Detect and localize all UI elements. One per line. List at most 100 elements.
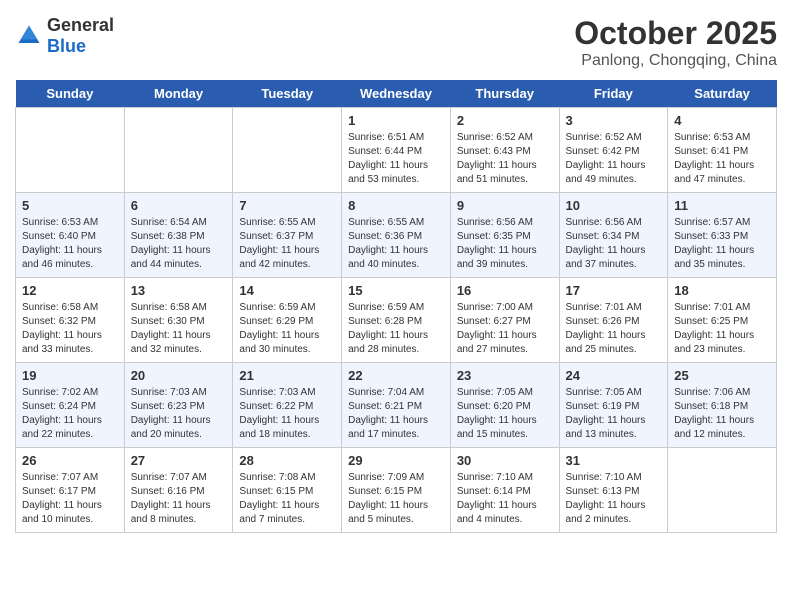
calendar-cell: 31 Sunrise: 7:10 AM Sunset: 6:13 PM Dayli… <box>559 448 668 533</box>
day-header-sunday: Sunday <box>16 80 125 108</box>
calendar-cell <box>16 108 125 193</box>
calendar-week-row: 12 Sunrise: 6:58 AM Sunset: 6:32 PM Dayli… <box>16 278 777 363</box>
calendar-cell: 18 Sunrise: 7:01 AM Sunset: 6:25 PM Dayli… <box>668 278 777 363</box>
logo: General Blue <box>15 15 114 57</box>
day-number: 23 <box>457 368 553 383</box>
calendar-cell: 11Sunrise: 6:57 AM Sunset: 6:33 PM Dayli… <box>668 193 777 278</box>
calendar-cell: 14Sunrise: 6:59 AM Sunset: 6:29 PM Dayli… <box>233 278 342 363</box>
calendar-cell: 8 Sunrise: 6:55 AM Sunset: 6:36 PM Daylig… <box>342 193 451 278</box>
cell-info: Sunrise: 6:58 AM Sunset: 6:30 PM Dayligh… <box>131 301 227 357</box>
day-number: 18 <box>674 283 770 298</box>
calendar-cell: 15 Sunrise: 6:59 AM Sunset: 6:28 PM Dayli… <box>342 278 451 363</box>
cell-info: Sunrise: 7:07 AM Sunset: 6:17 PM Dayligh… <box>22 471 118 527</box>
calendar-cell: 10Sunrise: 6:56 AM Sunset: 6:34 PM Dayli… <box>559 193 668 278</box>
cell-info: Sunrise: 6:59 AM Sunset: 6:29 PM Dayligh… <box>239 301 335 357</box>
day-header-thursday: Thursday <box>450 80 559 108</box>
cell-info: Sunrise: 7:01 AM Sunset: 6:26 PM Dayligh… <box>566 301 662 357</box>
calendar-cell <box>668 448 777 533</box>
calendar-cell: 16 Sunrise: 7:00 AM Sunset: 6:27 PM Dayli… <box>450 278 559 363</box>
calendar-cell: 20Sunrise: 7:03 AM Sunset: 6:23 PM Dayli… <box>124 363 233 448</box>
cell-info: Sunrise: 7:05 AM Sunset: 6:20 PM Dayligh… <box>457 386 553 442</box>
cell-info: Sunrise: 6:56 AM Sunset: 6:34 PM Dayligh… <box>566 216 662 272</box>
day-number: 12 <box>22 283 118 298</box>
logo-icon <box>15 22 43 50</box>
cell-info: Sunrise: 6:52 AM Sunset: 6:43 PM Dayligh… <box>457 131 553 187</box>
calendar-cell: 12 Sunrise: 6:58 AM Sunset: 6:32 PM Dayli… <box>16 278 125 363</box>
day-number: 29 <box>348 453 444 468</box>
calendar-cell <box>233 108 342 193</box>
calendar-cell: 6Sunrise: 6:54 AM Sunset: 6:38 PM Daylig… <box>124 193 233 278</box>
day-header-saturday: Saturday <box>668 80 777 108</box>
day-header-tuesday: Tuesday <box>233 80 342 108</box>
calendar-cell: 3Sunrise: 6:52 AM Sunset: 6:42 PM Daylig… <box>559 108 668 193</box>
day-number: 3 <box>566 113 662 128</box>
calendar-cell: 27 Sunrise: 7:07 AM Sunset: 6:16 PM Dayli… <box>124 448 233 533</box>
cell-info: Sunrise: 6:53 AM Sunset: 6:41 PM Dayligh… <box>674 131 770 187</box>
cell-info: Sunrise: 6:59 AM Sunset: 6:28 PM Dayligh… <box>348 301 444 357</box>
day-number: 2 <box>457 113 553 128</box>
day-number: 8 <box>348 198 444 213</box>
cell-info: Sunrise: 7:04 AM Sunset: 6:21 PM Dayligh… <box>348 386 444 442</box>
cell-info: Sunrise: 6:55 AM Sunset: 6:36 PM Dayligh… <box>348 216 444 272</box>
cell-info: Sunrise: 7:01 AM Sunset: 6:25 PM Dayligh… <box>674 301 770 357</box>
day-number: 6 <box>131 198 227 213</box>
day-number: 9 <box>457 198 553 213</box>
cell-info: Sunrise: 7:02 AM Sunset: 6:24 PM Dayligh… <box>22 386 118 442</box>
day-number: 5 <box>22 198 118 213</box>
cell-info: Sunrise: 7:10 AM Sunset: 6:14 PM Dayligh… <box>457 471 553 527</box>
calendar-cell: 22 Sunrise: 7:04 AM Sunset: 6:21 PM Dayli… <box>342 363 451 448</box>
day-header-friday: Friday <box>559 80 668 108</box>
logo-text-blue: Blue <box>47 36 86 56</box>
day-number: 24 <box>566 368 662 383</box>
day-number: 7 <box>239 198 335 213</box>
calendar-cell: 28 Sunrise: 7:08 AM Sunset: 6:15 PM Dayli… <box>233 448 342 533</box>
calendar-cell: 30Sunrise: 7:10 AM Sunset: 6:14 PM Dayli… <box>450 448 559 533</box>
day-number: 27 <box>131 453 227 468</box>
calendar-cell: 24 Sunrise: 7:05 AM Sunset: 6:19 PM Dayli… <box>559 363 668 448</box>
day-header-wednesday: Wednesday <box>342 80 451 108</box>
cell-info: Sunrise: 6:57 AM Sunset: 6:33 PM Dayligh… <box>674 216 770 272</box>
calendar-cell: 21 Sunrise: 7:03 AM Sunset: 6:22 PM Dayli… <box>233 363 342 448</box>
day-number: 13 <box>131 283 227 298</box>
cell-info: Sunrise: 7:10 AM Sunset: 6:13 PM Dayligh… <box>566 471 662 527</box>
cell-info: Sunrise: 7:09 AM Sunset: 6:15 PM Dayligh… <box>348 471 444 527</box>
calendar-cell: 19Sunrise: 7:02 AM Sunset: 6:24 PM Dayli… <box>16 363 125 448</box>
calendar-cell: 13 Sunrise: 6:58 AM Sunset: 6:30 PM Dayli… <box>124 278 233 363</box>
day-number: 26 <box>22 453 118 468</box>
day-number: 17 <box>566 283 662 298</box>
cell-info: Sunrise: 7:07 AM Sunset: 6:16 PM Dayligh… <box>131 471 227 527</box>
day-number: 28 <box>239 453 335 468</box>
calendar-cell: 29 Sunrise: 7:09 AM Sunset: 6:15 PM Dayli… <box>342 448 451 533</box>
calendar-cell: 7 Sunrise: 6:55 AM Sunset: 6:37 PM Daylig… <box>233 193 342 278</box>
cell-info: Sunrise: 6:53 AM Sunset: 6:40 PM Dayligh… <box>22 216 118 272</box>
cell-info: Sunrise: 7:06 AM Sunset: 6:18 PM Dayligh… <box>674 386 770 442</box>
day-number: 22 <box>348 368 444 383</box>
month-title: October 2025 <box>574 15 777 52</box>
day-number: 15 <box>348 283 444 298</box>
cell-info: Sunrise: 7:03 AM Sunset: 6:22 PM Dayligh… <box>239 386 335 442</box>
cell-info: Sunrise: 6:58 AM Sunset: 6:32 PM Dayligh… <box>22 301 118 357</box>
calendar-cell: 5 Sunrise: 6:53 AM Sunset: 6:40 PM Daylig… <box>16 193 125 278</box>
calendar-cell: 25Sunrise: 7:06 AM Sunset: 6:18 PM Dayli… <box>668 363 777 448</box>
cell-info: Sunrise: 7:00 AM Sunset: 6:27 PM Dayligh… <box>457 301 553 357</box>
calendar-header-row: SundayMondayTuesdayWednesdayThursdayFrid… <box>16 80 777 108</box>
calendar-cell: 17 Sunrise: 7:01 AM Sunset: 6:26 PM Dayli… <box>559 278 668 363</box>
calendar-cell: 26 Sunrise: 7:07 AM Sunset: 6:17 PM Dayli… <box>16 448 125 533</box>
calendar-week-row: 26 Sunrise: 7:07 AM Sunset: 6:17 PM Dayli… <box>16 448 777 533</box>
day-number: 16 <box>457 283 553 298</box>
calendar-week-row: 5 Sunrise: 6:53 AM Sunset: 6:40 PM Daylig… <box>16 193 777 278</box>
day-number: 20 <box>131 368 227 383</box>
calendar-week-row: 19Sunrise: 7:02 AM Sunset: 6:24 PM Dayli… <box>16 363 777 448</box>
cell-info: Sunrise: 7:05 AM Sunset: 6:19 PM Dayligh… <box>566 386 662 442</box>
calendar-table: SundayMondayTuesdayWednesdayThursdayFrid… <box>15 80 777 533</box>
logo-text-general: General <box>47 15 114 35</box>
day-number: 4 <box>674 113 770 128</box>
cell-info: Sunrise: 6:56 AM Sunset: 6:35 PM Dayligh… <box>457 216 553 272</box>
cell-info: Sunrise: 6:51 AM Sunset: 6:44 PM Dayligh… <box>348 131 444 187</box>
day-number: 31 <box>566 453 662 468</box>
calendar-cell: 2 Sunrise: 6:52 AM Sunset: 6:43 PM Daylig… <box>450 108 559 193</box>
cell-info: Sunrise: 7:08 AM Sunset: 6:15 PM Dayligh… <box>239 471 335 527</box>
title-block: October 2025 Panlong, Chongqing, China <box>574 15 777 70</box>
cell-info: Sunrise: 6:55 AM Sunset: 6:37 PM Dayligh… <box>239 216 335 272</box>
day-number: 21 <box>239 368 335 383</box>
